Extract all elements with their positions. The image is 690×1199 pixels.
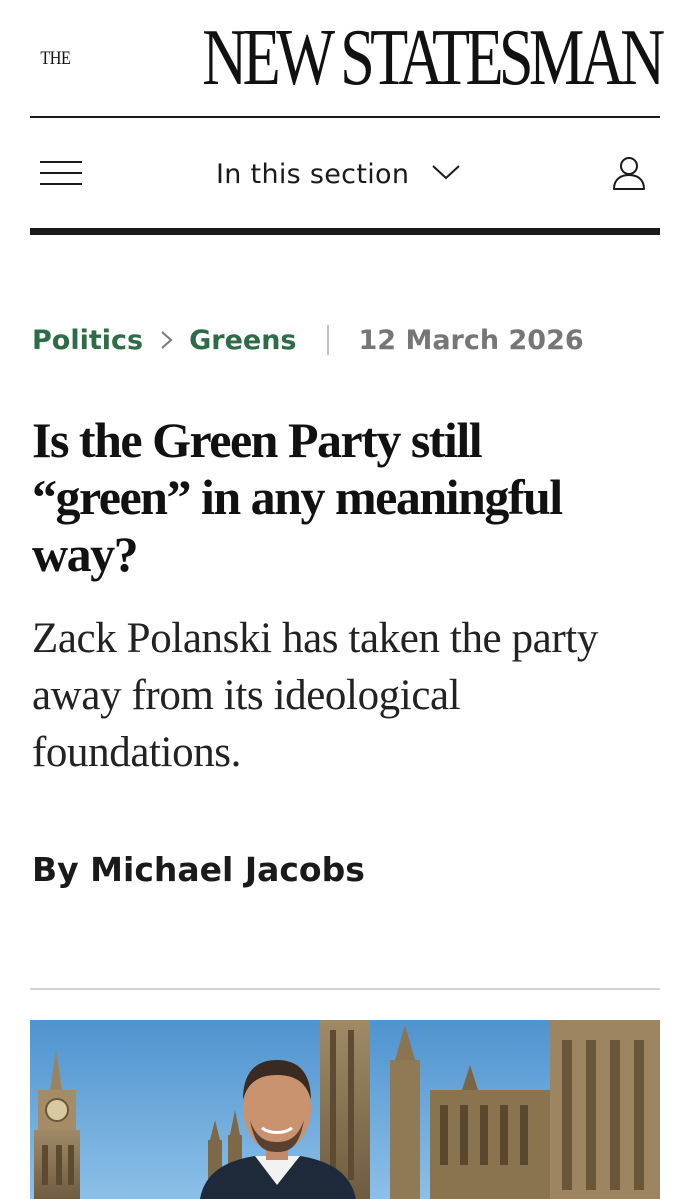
article-page: THE NEW STATESMAN In this section Politi… xyxy=(0,0,690,1199)
logo-prefix: THE xyxy=(40,48,71,69)
hamburger-menu-icon[interactable] xyxy=(40,161,82,187)
hero-photo-illustration xyxy=(30,1020,660,1199)
article-headline: Is the Green Party still “green” in any … xyxy=(32,412,563,582)
chevron-right-icon xyxy=(161,331,173,349)
masthead: THE NEW STATESMAN xyxy=(30,14,665,102)
section-dropdown-label: In this section xyxy=(216,158,410,190)
byline-divider xyxy=(30,988,660,990)
user-account-icon[interactable] xyxy=(610,154,648,192)
breadcrumb-politics-link[interactable]: Politics xyxy=(32,325,143,356)
breadcrumb-greens-link[interactable]: Greens xyxy=(189,325,296,356)
in-this-section-dropdown[interactable]: In this section xyxy=(216,154,461,194)
breadcrumb-divider xyxy=(326,325,329,355)
article-standfirst: Zack Polanski has taken the party away f… xyxy=(32,615,598,776)
byline: By Michael Jacobs xyxy=(32,850,365,889)
byline-prefix: By xyxy=(32,850,79,889)
chevron-down-icon xyxy=(432,165,460,180)
section-navbar: In this section xyxy=(30,118,660,228)
site-logo[interactable]: THE NEW STATESMAN xyxy=(35,14,665,102)
article-photo xyxy=(30,1020,660,1199)
author-link[interactable]: Michael Jacobs xyxy=(90,850,365,889)
navbar-divider xyxy=(30,228,660,235)
logo-name: NEW STATESMAN xyxy=(201,14,665,102)
publish-date: 12 March 2026 xyxy=(358,324,584,356)
breadcrumb: Politics Greens 12 March 2026 xyxy=(32,320,584,360)
